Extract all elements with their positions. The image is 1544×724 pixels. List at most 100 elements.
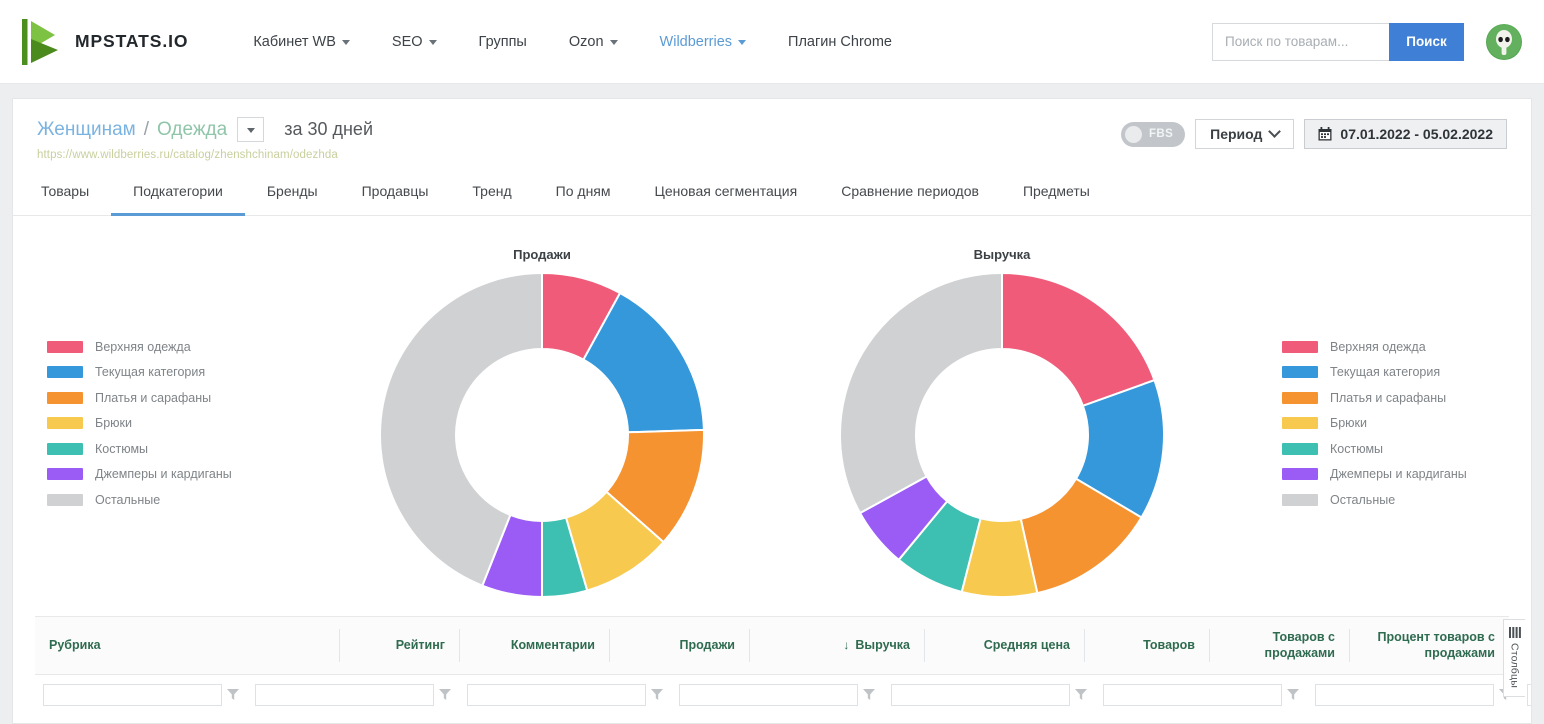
period-dropdown-button[interactable]: Период: [1195, 119, 1295, 149]
legend-item[interactable]: Брюки: [1282, 416, 1497, 430]
table-header-cell[interactable]: Средняя цена: [924, 617, 1084, 674]
nav-label: SEO: [391, 33, 423, 50]
legend-swatch: [1282, 442, 1318, 455]
table-header-cell[interactable]: Комментарии: [459, 617, 609, 674]
legend-item-label: Текущая категория: [1330, 365, 1441, 379]
table-header-cell[interactable]: Товаров с продажами: [1209, 617, 1349, 674]
chart-sales: Продажи Верхняя одежда: 8%Текущая катего…: [362, 247, 722, 600]
tab-brendy[interactable]: Бренды: [245, 177, 340, 216]
tab-trend[interactable]: Тренд: [450, 177, 533, 216]
breadcrumb-separator: /: [143, 118, 150, 140]
legend-swatch: [47, 340, 83, 353]
chevron-down-icon: [1268, 124, 1282, 138]
table-filter-cell: [671, 683, 883, 706]
legend-item[interactable]: Костюмы: [1282, 442, 1497, 456]
tab-predmety[interactable]: Предметы: [1001, 177, 1112, 216]
filter-icon[interactable]: [227, 689, 239, 700]
donut-slice[interactable]: Верхняя одежда: 19.5%: [1001, 271, 1156, 407]
breadcrumb-child[interactable]: Одежда: [157, 119, 227, 141]
table-header-label: Товаров с продажами: [1264, 629, 1335, 660]
donut-chart-revenue[interactable]: Верхняя одежда: 19.5%Текущая категория: …: [837, 270, 1167, 600]
legend-item[interactable]: Костюмы: [47, 442, 262, 456]
legend-item-label: Верхняя одежда: [95, 339, 191, 354]
nav-item-seo[interactable]: SEO: [371, 24, 458, 60]
legend-item[interactable]: Текущая категория: [1282, 365, 1497, 379]
chevron-down-icon: [609, 40, 618, 45]
breadcrumb-parent[interactable]: Женщинам: [37, 119, 136, 141]
legend-item-label: Брюки: [1330, 416, 1367, 430]
legend-item[interactable]: Платья и сарафаны: [47, 391, 262, 405]
legend-item[interactable]: Верхняя одежда: [1282, 340, 1497, 354]
columns-panel-tab[interactable]: Столбцы: [1503, 619, 1525, 697]
chevron-down-icon: [428, 40, 437, 45]
date-range-button[interactable]: 07.01.2022 - 05.02.2022: [1304, 119, 1507, 149]
search-box: Поиск: [1212, 22, 1464, 61]
donut-chart-sales[interactable]: Верхняя одежда: 8%Текущая категория: 16.…: [377, 270, 707, 600]
tab-tovary[interactable]: Товары: [37, 177, 111, 216]
table-header-cell[interactable]: Продажи: [609, 617, 749, 674]
table-header-cell[interactable]: Процент товаров с продажами: [1349, 617, 1509, 674]
user-avatar[interactable]: [1486, 23, 1522, 60]
search-button[interactable]: Поиск: [1389, 22, 1464, 61]
table-filter-input[interactable]: [1315, 683, 1494, 706]
table-header-cell[interactable]: Рубрика: [35, 617, 339, 674]
filter-icon[interactable]: [863, 689, 875, 700]
table-header-label: Процент товаров с продажами: [1377, 629, 1495, 660]
legend-item[interactable]: Платья и сарафаны: [1282, 391, 1497, 405]
table-header-cell[interactable]: Товаров: [1084, 617, 1209, 674]
table-filter-input[interactable]: [891, 683, 1070, 706]
data-table: Рубрика Рейтинг Комментарии Продажи ↓ Выручка…: [35, 616, 1531, 723]
search-input[interactable]: [1212, 22, 1389, 61]
legend-item[interactable]: Остальные: [47, 493, 262, 507]
tab-podkategorii[interactable]: Подкатегории: [111, 177, 245, 216]
legend-item[interactable]: Джемперы и кардиганы: [1282, 467, 1497, 481]
tab-po-dnyam[interactable]: По дням: [534, 177, 633, 216]
table-filter-input[interactable]: [467, 683, 646, 706]
table-header-label: Товаров: [1143, 637, 1195, 652]
legend-item[interactable]: Верхняя одежда: [47, 340, 262, 354]
page-wrapper: Женщинам / Одежда за 30 дней https://www…: [0, 84, 1544, 724]
brand-logo[interactable]: MPSTATS.IO: [22, 18, 188, 65]
legend-sales: Верхняя одежда Текущая категория Платья и …: [47, 340, 262, 507]
table-filter-input[interactable]: [43, 683, 222, 706]
nav-item-kabinet-wb[interactable]: Кабинет WB: [232, 24, 371, 60]
table-filter-input[interactable]: [679, 683, 858, 706]
table-filter-cell: [247, 683, 459, 706]
legend-swatch: [1282, 340, 1318, 353]
table-header-cell[interactable]: Рейтинг: [339, 617, 459, 674]
charts-area: Верхняя одежда Текущая категория Платья и …: [13, 216, 1531, 616]
tab-cenovaya-segmentaciya[interactable]: Ценовая сегментация: [633, 177, 820, 216]
legend-item[interactable]: Текущая категория: [47, 365, 262, 379]
category-url[interactable]: https://www.wildberries.ru/catalog/zhens…: [37, 149, 373, 161]
legend-item[interactable]: Остальные: [1282, 493, 1497, 507]
nav-item-plagin-chrome[interactable]: Плагин Chrome: [767, 24, 913, 60]
fbs-toggle[interactable]: FBS: [1120, 121, 1186, 147]
breadcrumb: Женщинам / Одежда за 30 дней: [37, 117, 373, 142]
breadcrumb-dropdown-button[interactable]: [237, 117, 265, 142]
nav-item-ozon[interactable]: Ozon: [548, 24, 639, 60]
filter-icon[interactable]: [439, 689, 451, 700]
nav-label: Группы: [478, 33, 527, 50]
tab-prodavcy[interactable]: Продавцы: [340, 177, 451, 216]
filter-icon[interactable]: [1287, 689, 1299, 700]
nav-label: Кабинет WB: [253, 33, 336, 50]
donut-slice[interactable]: Остальные: 33%: [839, 271, 1003, 514]
legend-swatch: [47, 366, 83, 378]
filter-icon[interactable]: [1075, 689, 1087, 700]
nav-item-wildberries[interactable]: Wildberries: [639, 24, 768, 60]
legend-swatch: [47, 417, 83, 429]
avatar-image-icon: [1487, 24, 1521, 59]
table-filter-input[interactable]: [1103, 683, 1282, 706]
nav-item-gruppy[interactable]: Группы: [458, 24, 548, 60]
legend-item[interactable]: Брюки: [47, 416, 262, 430]
filter-icon[interactable]: [651, 689, 663, 700]
table-filter-input[interactable]: [255, 683, 434, 706]
table-header-cell[interactable]: ↓ Выручка: [749, 617, 924, 674]
legend-item-label: Брюки: [95, 416, 132, 430]
legend-item[interactable]: Джемперы и кардиганы: [47, 467, 262, 481]
legend-swatch: [1282, 417, 1318, 429]
mpstats-play-logo-icon: [22, 18, 58, 65]
table-filter-input[interactable]: [1527, 683, 1531, 706]
category-header-controls: FBS Период 07.01.2022 - 05.02.2022: [1120, 117, 1507, 149]
tab-sravnenie-periodov[interactable]: Сравнение периодов: [819, 177, 1001, 216]
